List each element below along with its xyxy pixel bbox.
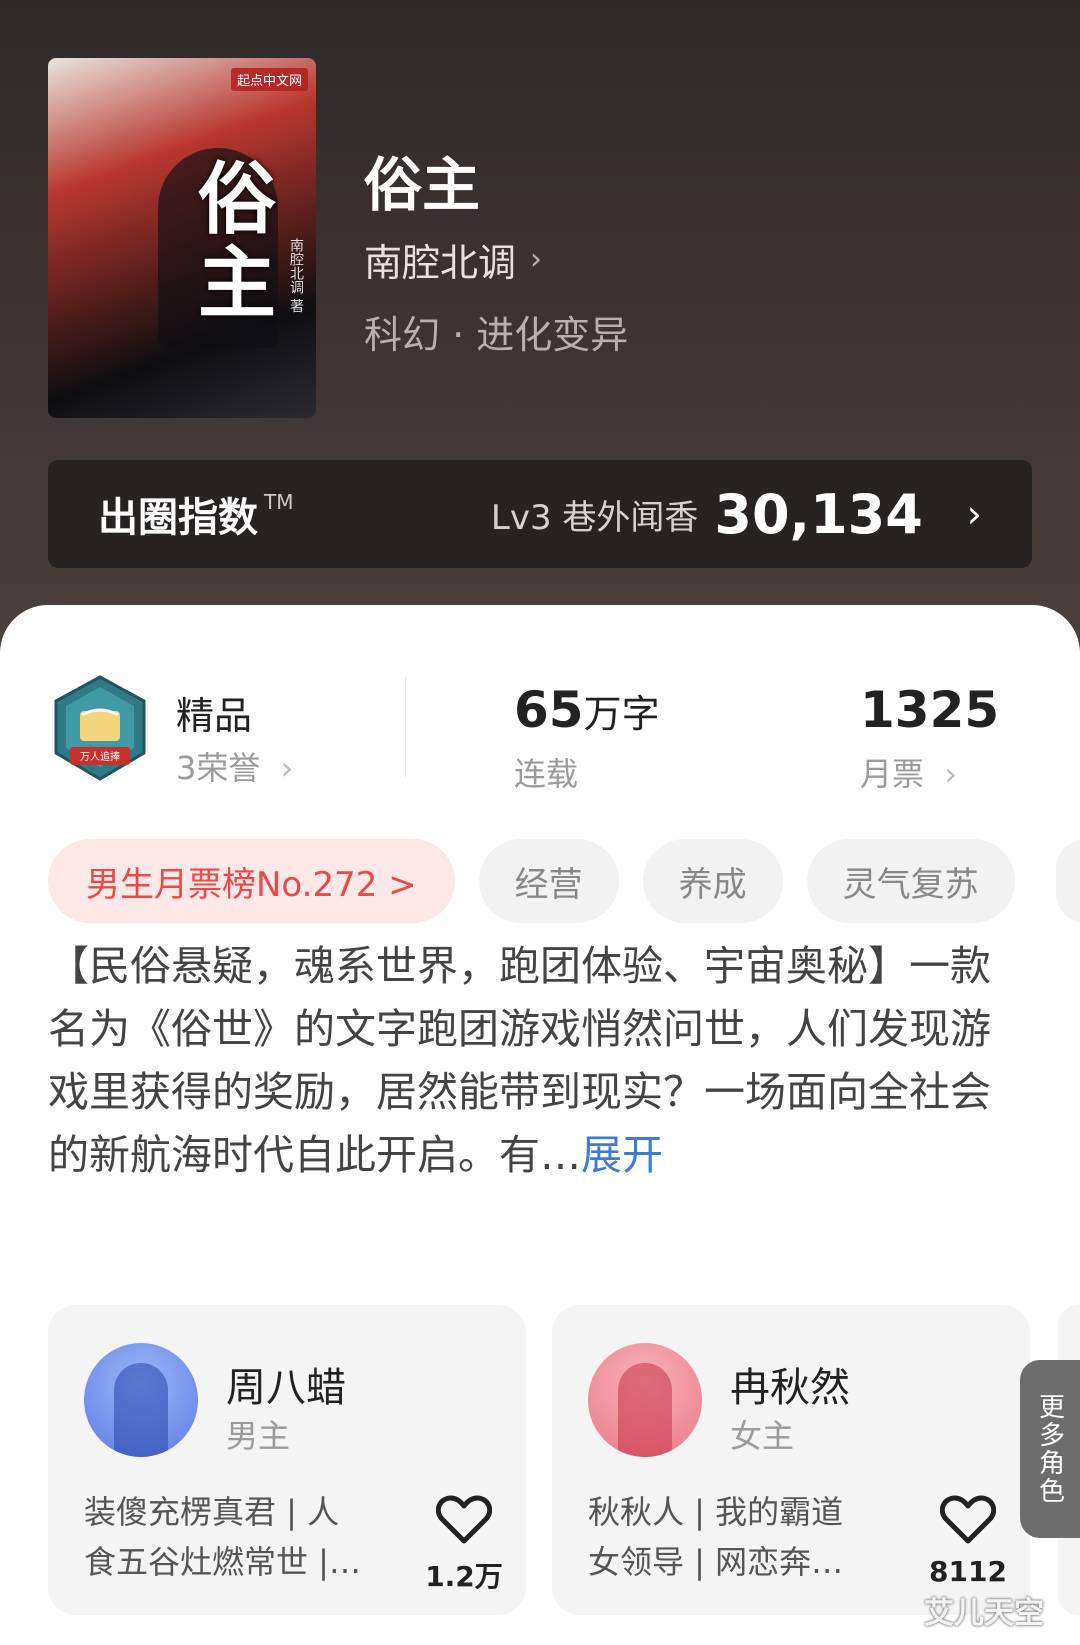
badge-label: 万人追捧 [80, 750, 120, 763]
likes-count: 1.2万 [425, 1560, 503, 1593]
quality-label: 精品 [176, 694, 253, 738]
cover-publisher-logo: 起点中文网 [230, 68, 308, 91]
character-tags-line: 秋秋人 | 我的霸道 [588, 1493, 844, 1531]
monthly-votes-label: 月票 [860, 755, 925, 793]
chevron-right-icon: › [530, 242, 543, 277]
chevron-right-icon: › [280, 749, 294, 787]
monthly-votes-link[interactable]: 月票 › [860, 749, 957, 795]
heart-icon[interactable] [436, 1495, 492, 1545]
serial-status: 连载 [514, 755, 579, 793]
heart-icon[interactable] [940, 1495, 996, 1545]
character-tags-line: 食五谷灶燃常世 |… [84, 1543, 361, 1581]
character-tags-line: 女领导 | 网恋奔… [588, 1543, 844, 1581]
book-detail-sheet: 万人追捧 精品 3荣誉 › 65万字 连载 1325 月票 › 男生月票榜No.… [0, 605, 1080, 1645]
word-count: 65万字 [514, 681, 660, 739]
popularity-index-bar[interactable]: 出圈指数 TM Lv3 巷外闻香 30,134 › [48, 460, 1032, 568]
index-value: 30,134 [714, 482, 923, 546]
quality-badge-icon[interactable]: 万人追捧 [52, 675, 148, 781]
character-role: 女主 [730, 1417, 795, 1455]
book-header: 起点中文网 俗主 南腔北调 著 俗主 南腔北调 › 科幻 · 进化变异 出圈指数… [0, 0, 1080, 640]
rank-tag[interactable]: 男生月票榜No.272 > [48, 839, 455, 923]
character-role: 男主 [226, 1417, 291, 1455]
word-count-number: 65 [514, 681, 584, 739]
word-count-unit: 万字 [583, 692, 660, 736]
chevron-right-icon: › [966, 492, 982, 536]
tag-chip[interactable]: 经营 [478, 839, 619, 923]
character-name: 冉秋然 [730, 1365, 850, 1411]
cover-author-text: 南腔北调 著 [288, 238, 304, 313]
trademark-mark: TM [264, 490, 294, 514]
author-name: 南腔北调 [364, 241, 517, 285]
watermark: 艾儿天空 [924, 1596, 1044, 1631]
tag-chip-partial[interactable] [1056, 839, 1080, 923]
stats-row: 万人追捧 精品 3荣誉 › 65万字 连载 1325 月票 › [48, 657, 1032, 793]
book-title: 俗主 [364, 151, 481, 219]
character-card[interactable]: 冉秋然 女主 秋秋人 | 我的霸道 女领导 | 网恋奔… 8112 [552, 1305, 1030, 1615]
description-text: 【民俗悬疑，魂系世界，跑团体验、宇宙奥秘】一款名为《俗世》的文字跑团游戏悄然问世… [48, 942, 991, 1179]
honors-link[interactable]: 3荣誉 › [176, 743, 293, 789]
book-cover-image[interactable]: 起点中文网 俗主 南腔北调 著 [48, 58, 316, 418]
tag-chip[interactable]: 灵气复苏 [806, 839, 1015, 923]
character-card[interactable]: 周八蜡 男主 装傻充楞真君 | 人 食五谷灶燃常世 |… 1.2万 [48, 1305, 526, 1615]
index-level: Lv3 巷外闻香 [490, 497, 699, 538]
avatar [588, 1343, 702, 1457]
author-link[interactable]: 南腔北调 › [364, 232, 542, 287]
book-genre: 科幻 · 进化变异 [364, 313, 629, 357]
character-name: 周八蜡 [226, 1365, 346, 1411]
character-tags: 秋秋人 | 我的霸道 女领导 | 网恋奔… [588, 1487, 888, 1587]
character-tags-line: 装傻充楞真君 | 人 [84, 1493, 340, 1531]
chevron-right-icon: › [944, 755, 957, 793]
more-roles-button[interactable]: 更多角色 [1020, 1360, 1080, 1538]
expand-link[interactable]: 展开 [581, 1131, 663, 1179]
tag-chip[interactable]: 养成 [642, 839, 783, 923]
book-description: 【民俗悬疑，魂系世界，跑团体验、宇宙奥秘】一款名为《俗世》的文字跑团游戏悄然问世… [48, 935, 1008, 1187]
honors-count: 3荣誉 [176, 749, 261, 787]
tag-row: 男生月票榜No.272 > 经营 养成 灵气复苏 [48, 839, 1015, 923]
stats-divider [405, 677, 406, 777]
monthly-votes-count: 1325 [860, 681, 1000, 739]
likes-count: 8112 [929, 1555, 1007, 1588]
character-list: 周八蜡 男主 装傻充楞真君 | 人 食五谷灶燃常世 |… 1.2万 冉秋然 女主… [48, 1305, 1080, 1625]
index-label: 出圈指数 [98, 495, 258, 541]
character-tags: 装傻充楞真君 | 人 食五谷灶燃常世 |… [84, 1487, 384, 1587]
avatar [84, 1343, 198, 1457]
